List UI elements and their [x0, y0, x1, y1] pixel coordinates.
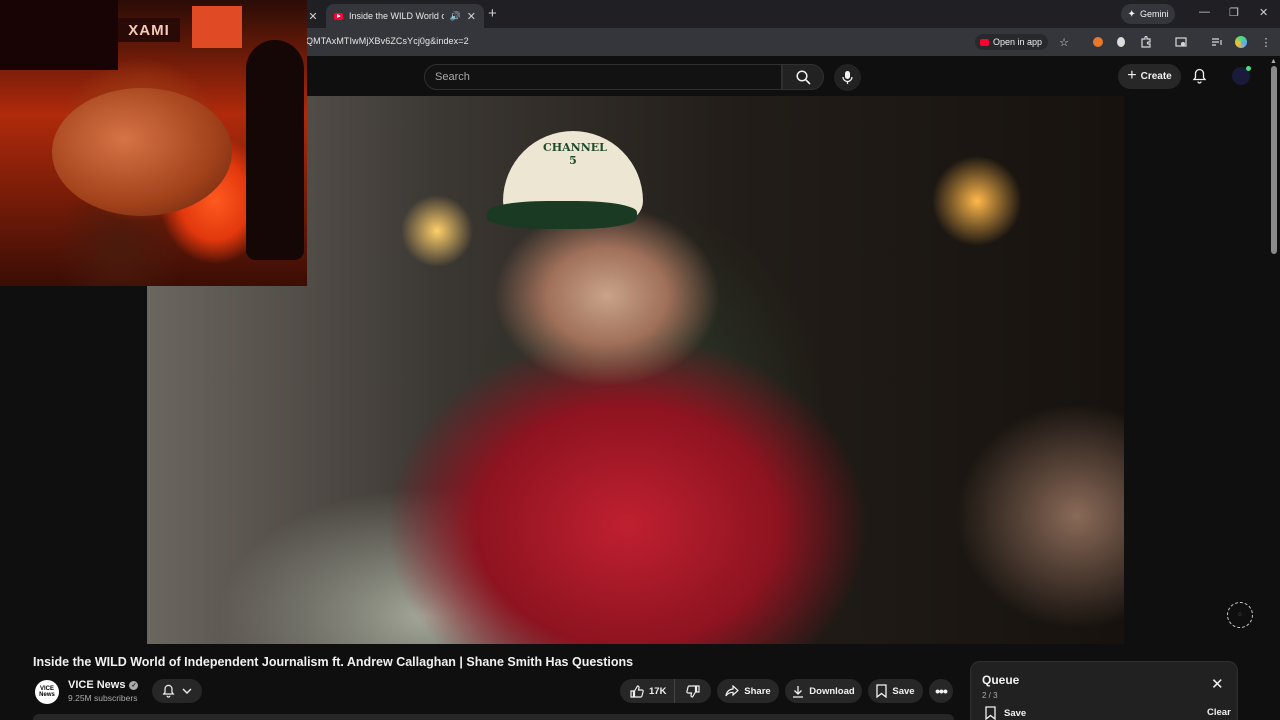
- webcam-poster: [0, 0, 118, 70]
- notifications-button[interactable]: [1192, 68, 1207, 89]
- star-icon[interactable]: ☆: [1057, 35, 1071, 49]
- extension-orange-icon[interactable]: [1091, 35, 1105, 49]
- channel-name-row[interactable]: VICE News ✓: [68, 679, 139, 691]
- bell-icon: [1192, 68, 1207, 84]
- webcam-giraffe-figure: [246, 40, 304, 260]
- create-label: Create: [1140, 71, 1172, 82]
- webcam-plush-head: [52, 88, 232, 216]
- subscriber-count: 9.25M subscribers: [68, 693, 138, 703]
- tab-title: Inside the WILD World of In: [349, 11, 444, 21]
- subscribed-notifications-button[interactable]: [152, 679, 202, 703]
- verified-badge-icon: ✓: [129, 680, 139, 690]
- url-field[interactable]: QMTAxMTIwMjXBv6ZCsYcj0g&index=2: [306, 36, 469, 46]
- webcam-overlay: XAMI: [0, 0, 307, 286]
- plus-icon: +: [1127, 66, 1137, 84]
- mic-icon: [842, 71, 853, 84]
- save-icon: [876, 684, 888, 698]
- search-input[interactable]: Search: [424, 64, 782, 90]
- like-dislike-group: 17K: [620, 679, 711, 703]
- webcam-sign: XAMI: [118, 18, 180, 42]
- playlist-media-icon[interactable]: [1210, 35, 1224, 49]
- save-icon: [985, 706, 996, 720]
- account-avatar[interactable]: [1232, 66, 1251, 85]
- create-button[interactable]: + Create: [1118, 64, 1181, 89]
- search-button[interactable]: [782, 64, 824, 90]
- extension-drop-icon[interactable]: [1114, 35, 1128, 49]
- queue-save-button[interactable]: Save: [985, 706, 1026, 720]
- minimize-button[interactable]: —: [1199, 6, 1210, 18]
- window-close-button[interactable]: ✕: [1259, 6, 1268, 19]
- close-tab-icon[interactable]: ✕: [467, 10, 476, 23]
- download-button[interactable]: Download: [785, 679, 862, 703]
- open-in-app-label: Open in app: [993, 37, 1043, 47]
- save-label: Save: [892, 685, 915, 697]
- page-scrollbar[interactable]: [1271, 66, 1277, 254]
- download-icon: [793, 685, 804, 698]
- new-tab-button[interactable]: +: [488, 5, 497, 22]
- channel-avatar[interactable]: VICE News: [35, 680, 59, 704]
- queue-count: 2 / 3: [982, 691, 998, 700]
- scroll-up-icon[interactable]: ▲: [1270, 58, 1277, 65]
- like-button[interactable]: 17K: [620, 679, 676, 703]
- dislike-icon: [686, 684, 700, 698]
- like-icon: [630, 684, 644, 698]
- channel-name[interactable]: VICE News: [68, 679, 125, 691]
- close-tab-icon[interactable]: ✕: [308, 10, 317, 23]
- youtube-app-icon: [980, 38, 989, 46]
- cap-logo-text: CHANNEL 5: [543, 141, 607, 167]
- search-icon: [795, 69, 811, 85]
- share-label: Share: [744, 685, 771, 697]
- download-label: Download: [809, 685, 855, 697]
- save-button[interactable]: Save: [868, 679, 923, 703]
- active-tab[interactable]: Inside the WILD World of In 🔊 ✕: [326, 4, 484, 28]
- dislike-button[interactable]: [675, 684, 711, 698]
- cast-icon[interactable]: [1174, 35, 1188, 49]
- extensions-icon[interactable]: [1139, 35, 1153, 49]
- more-icon: •••: [935, 683, 948, 699]
- close-icon[interactable]: ✕: [1211, 675, 1224, 693]
- more-actions-button[interactable]: •••: [929, 679, 953, 703]
- gemini-label: Gemini: [1139, 9, 1169, 19]
- subscribe-watermark-icon[interactable]: ◌: [1227, 602, 1253, 628]
- gemini-spark-icon: ✦: [1127, 8, 1136, 20]
- browser-menu-icon[interactable]: ⋮: [1259, 35, 1273, 49]
- share-icon: [725, 685, 740, 697]
- youtube-favicon-icon: [334, 12, 343, 20]
- queue-title: Queue: [982, 673, 1020, 687]
- profile-icon[interactable]: [1234, 35, 1248, 49]
- like-count: 17K: [649, 685, 667, 697]
- voice-search-button[interactable]: [834, 64, 861, 91]
- open-in-app-button[interactable]: Open in app: [975, 34, 1049, 50]
- chevron-down-icon: [182, 688, 192, 694]
- share-button[interactable]: Share: [717, 679, 779, 703]
- video-title: Inside the WILD World of Independent Jou…: [33, 655, 634, 669]
- bell-icon: [162, 684, 175, 698]
- queue-panel: Queue 2 / 3 ✕ Save Clear: [970, 661, 1238, 720]
- description-box[interactable]: [33, 714, 954, 720]
- queue-clear-button[interactable]: Clear: [1207, 707, 1231, 718]
- gemini-button[interactable]: ✦ Gemini: [1121, 4, 1175, 24]
- queue-save-label: Save: [1004, 707, 1027, 719]
- restore-button[interactable]: ❐: [1229, 6, 1239, 19]
- webcam-lamp: [192, 6, 242, 48]
- speaker-icon[interactable]: 🔊: [450, 11, 461, 22]
- video-frame-cap-brim: [487, 201, 637, 229]
